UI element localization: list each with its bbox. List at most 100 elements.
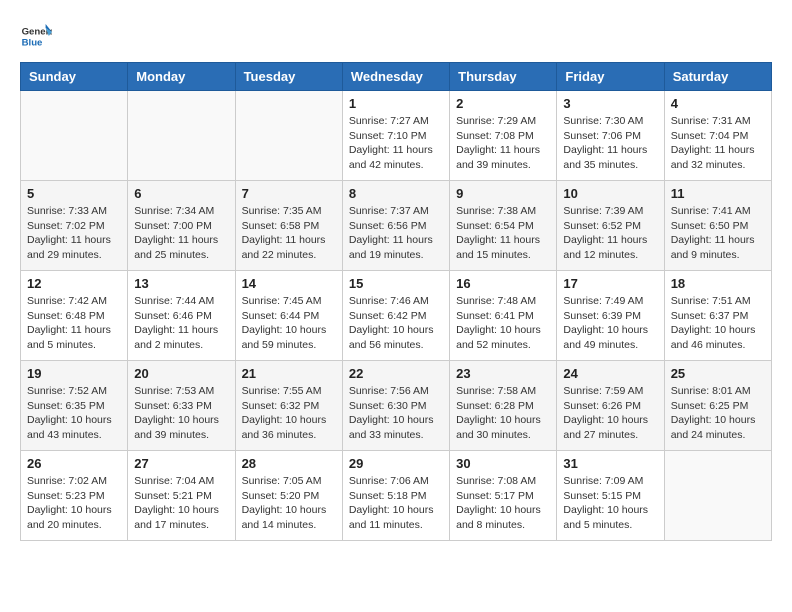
calendar-cell bbox=[21, 91, 128, 181]
calendar-cell: 30Sunrise: 7:08 AM Sunset: 5:17 PM Dayli… bbox=[450, 451, 557, 541]
day-number: 9 bbox=[456, 186, 550, 201]
day-info: Sunrise: 8:01 AM Sunset: 6:25 PM Dayligh… bbox=[671, 384, 765, 443]
day-info: Sunrise: 7:02 AM Sunset: 5:23 PM Dayligh… bbox=[27, 474, 121, 533]
day-number: 25 bbox=[671, 366, 765, 381]
logo-icon: General Blue bbox=[20, 20, 52, 52]
calendar-cell: 21 Sunrise: 7:55 AM Sunset: 6:32 PM Dayli… bbox=[235, 361, 342, 451]
day-number: 23 bbox=[456, 366, 550, 381]
day-number: 15 bbox=[349, 276, 443, 291]
day-info: Sunrise: 7:35 AM Sunset: 6:58 PM Dayligh… bbox=[242, 204, 336, 263]
calendar-cell bbox=[128, 91, 235, 181]
day-info: Sunrise: 7:30 AM Sunset: 7:06 PM Dayligh… bbox=[563, 114, 657, 173]
column-header-wednesday: Wednesday bbox=[342, 63, 449, 91]
day-number: 5 bbox=[27, 186, 121, 201]
day-number: 28 bbox=[242, 456, 336, 471]
calendar-cell: 14 Sunrise: 7:45 AM Sunset: 6:44 PM Dayli… bbox=[235, 271, 342, 361]
day-number: 17 bbox=[563, 276, 657, 291]
day-number: 31 bbox=[563, 456, 657, 471]
day-number: 10 bbox=[563, 186, 657, 201]
day-number: 21 bbox=[242, 366, 336, 381]
calendar-week-5: 26 Sunrise: 7:02 AM Sunset: 5:23 PM Dayli… bbox=[21, 451, 772, 541]
day-number: 27 bbox=[134, 456, 228, 471]
day-info: Sunrise: 7:04 AM Sunset: 5:21 PM Dayligh… bbox=[134, 474, 228, 533]
day-info: Sunrise: 7:44 AM Sunset: 6:46 PM Dayligh… bbox=[134, 294, 228, 353]
day-info: Sunrise: 7:33 AM Sunset: 7:02 PM Dayligh… bbox=[27, 204, 121, 263]
calendar-cell: 3Sunrise: 7:30 AM Sunset: 7:06 PM Daylig… bbox=[557, 91, 664, 181]
calendar-cell: 7 Sunrise: 7:35 AM Sunset: 6:58 PM Daylig… bbox=[235, 181, 342, 271]
calendar-week-2: 5 Sunrise: 7:33 AM Sunset: 7:02 PM Daylig… bbox=[21, 181, 772, 271]
day-number: 4 bbox=[671, 96, 765, 111]
column-header-friday: Friday bbox=[557, 63, 664, 91]
calendar-cell: 15 Sunrise: 7:46 AM Sunset: 6:42 PM Dayli… bbox=[342, 271, 449, 361]
day-info: Sunrise: 7:45 AM Sunset: 6:44 PM Dayligh… bbox=[242, 294, 336, 353]
calendar-cell: 12 Sunrise: 7:42 AM Sunset: 6:48 PM Dayli… bbox=[21, 271, 128, 361]
day-info: Sunrise: 7:06 AM Sunset: 5:18 PM Dayligh… bbox=[349, 474, 443, 533]
day-info: Sunrise: 7:29 AM Sunset: 7:08 PM Dayligh… bbox=[456, 114, 550, 173]
day-number: 12 bbox=[27, 276, 121, 291]
day-info: Sunrise: 7:53 AM Sunset: 6:33 PM Dayligh… bbox=[134, 384, 228, 443]
day-number: 13 bbox=[134, 276, 228, 291]
page-header: General Blue bbox=[20, 20, 772, 52]
calendar-table: SundayMondayTuesdayWednesdayThursdayFrid… bbox=[20, 62, 772, 541]
calendar-cell: 1Sunrise: 7:27 AM Sunset: 7:10 PM Daylig… bbox=[342, 91, 449, 181]
day-number: 26 bbox=[27, 456, 121, 471]
calendar-cell: 20Sunrise: 7:53 AM Sunset: 6:33 PM Dayli… bbox=[128, 361, 235, 451]
calendar-cell: 29 Sunrise: 7:06 AM Sunset: 5:18 PM Dayli… bbox=[342, 451, 449, 541]
day-number: 16 bbox=[456, 276, 550, 291]
day-info: Sunrise: 7:31 AM Sunset: 7:04 PM Dayligh… bbox=[671, 114, 765, 173]
calendar-cell: 26 Sunrise: 7:02 AM Sunset: 5:23 PM Dayli… bbox=[21, 451, 128, 541]
calendar-cell: 22Sunrise: 7:56 AM Sunset: 6:30 PM Dayli… bbox=[342, 361, 449, 451]
calendar-cell: 24 Sunrise: 7:59 AM Sunset: 6:26 PM Dayli… bbox=[557, 361, 664, 451]
day-number: 7 bbox=[242, 186, 336, 201]
day-info: Sunrise: 7:42 AM Sunset: 6:48 PM Dayligh… bbox=[27, 294, 121, 353]
day-number: 18 bbox=[671, 276, 765, 291]
calendar-cell: 8Sunrise: 7:37 AM Sunset: 6:56 PM Daylig… bbox=[342, 181, 449, 271]
day-number: 29 bbox=[349, 456, 443, 471]
day-info: Sunrise: 7:55 AM Sunset: 6:32 PM Dayligh… bbox=[242, 384, 336, 443]
day-info: Sunrise: 7:41 AM Sunset: 6:50 PM Dayligh… bbox=[671, 204, 765, 263]
calendar-cell: 28 Sunrise: 7:05 AM Sunset: 5:20 PM Dayli… bbox=[235, 451, 342, 541]
day-info: Sunrise: 7:58 AM Sunset: 6:28 PM Dayligh… bbox=[456, 384, 550, 443]
day-info: Sunrise: 7:38 AM Sunset: 6:54 PM Dayligh… bbox=[456, 204, 550, 263]
svg-text:Blue: Blue bbox=[22, 38, 43, 49]
column-header-sunday: Sunday bbox=[21, 63, 128, 91]
day-info: Sunrise: 7:39 AM Sunset: 6:52 PM Dayligh… bbox=[563, 204, 657, 263]
day-number: 22 bbox=[349, 366, 443, 381]
day-number: 2 bbox=[456, 96, 550, 111]
calendar-cell: 5 Sunrise: 7:33 AM Sunset: 7:02 PM Daylig… bbox=[21, 181, 128, 271]
column-header-tuesday: Tuesday bbox=[235, 63, 342, 91]
calendar-cell: 23 Sunrise: 7:58 AM Sunset: 6:28 PM Dayli… bbox=[450, 361, 557, 451]
calendar-cell bbox=[664, 451, 771, 541]
column-header-thursday: Thursday bbox=[450, 63, 557, 91]
calendar-cell: 6 Sunrise: 7:34 AM Sunset: 7:00 PM Daylig… bbox=[128, 181, 235, 271]
calendar-week-4: 19Sunrise: 7:52 AM Sunset: 6:35 PM Dayli… bbox=[21, 361, 772, 451]
calendar-cell: 13 Sunrise: 7:44 AM Sunset: 6:46 PM Dayli… bbox=[128, 271, 235, 361]
day-info: Sunrise: 7:49 AM Sunset: 6:39 PM Dayligh… bbox=[563, 294, 657, 353]
calendar-cell: 11 Sunrise: 7:41 AM Sunset: 6:50 PM Dayli… bbox=[664, 181, 771, 271]
day-number: 19 bbox=[27, 366, 121, 381]
calendar-cell: 18Sunrise: 7:51 AM Sunset: 6:37 PM Dayli… bbox=[664, 271, 771, 361]
day-info: Sunrise: 7:46 AM Sunset: 6:42 PM Dayligh… bbox=[349, 294, 443, 353]
day-info: Sunrise: 7:09 AM Sunset: 5:15 PM Dayligh… bbox=[563, 474, 657, 533]
day-number: 24 bbox=[563, 366, 657, 381]
day-number: 30 bbox=[456, 456, 550, 471]
day-info: Sunrise: 7:37 AM Sunset: 6:56 PM Dayligh… bbox=[349, 204, 443, 263]
calendar-cell: 27 Sunrise: 7:04 AM Sunset: 5:21 PM Dayli… bbox=[128, 451, 235, 541]
day-info: Sunrise: 7:05 AM Sunset: 5:20 PM Dayligh… bbox=[242, 474, 336, 533]
day-number: 14 bbox=[242, 276, 336, 291]
column-header-monday: Monday bbox=[128, 63, 235, 91]
day-number: 6 bbox=[134, 186, 228, 201]
column-header-saturday: Saturday bbox=[664, 63, 771, 91]
calendar-cell: 4 Sunrise: 7:31 AM Sunset: 7:04 PM Daylig… bbox=[664, 91, 771, 181]
day-info: Sunrise: 7:34 AM Sunset: 7:00 PM Dayligh… bbox=[134, 204, 228, 263]
calendar-cell: 9 Sunrise: 7:38 AM Sunset: 6:54 PM Daylig… bbox=[450, 181, 557, 271]
calendar-cell: 17 Sunrise: 7:49 AM Sunset: 6:39 PM Dayli… bbox=[557, 271, 664, 361]
calendar-header-row: SundayMondayTuesdayWednesdayThursdayFrid… bbox=[21, 63, 772, 91]
day-number: 1 bbox=[349, 96, 443, 111]
logo: General Blue bbox=[20, 20, 58, 52]
calendar-cell: 16Sunrise: 7:48 AM Sunset: 6:41 PM Dayli… bbox=[450, 271, 557, 361]
day-info: Sunrise: 7:59 AM Sunset: 6:26 PM Dayligh… bbox=[563, 384, 657, 443]
calendar-cell: 19Sunrise: 7:52 AM Sunset: 6:35 PM Dayli… bbox=[21, 361, 128, 451]
calendar-cell: 31 Sunrise: 7:09 AM Sunset: 5:15 PM Dayli… bbox=[557, 451, 664, 541]
day-number: 11 bbox=[671, 186, 765, 201]
